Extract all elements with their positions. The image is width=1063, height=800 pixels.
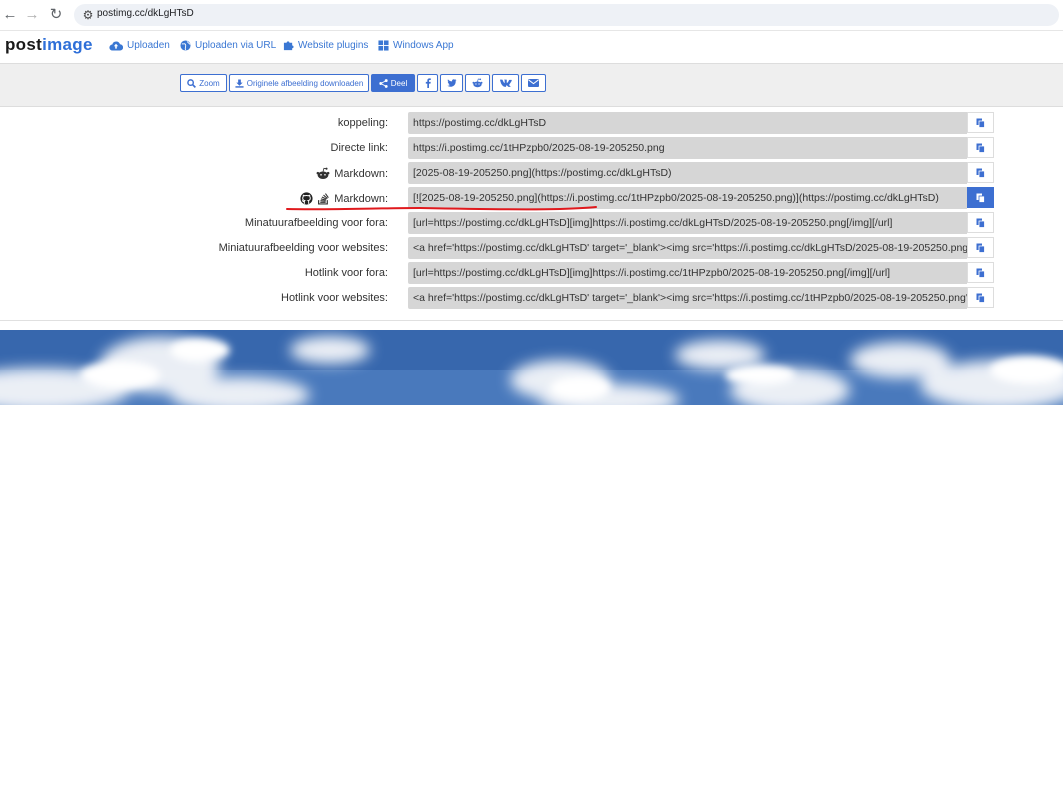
clouds-illustration: [0, 330, 1063, 405]
section-divider: [0, 320, 1063, 321]
sky-clouds-image: [0, 330, 1063, 405]
red-annotation-underline: [286, 206, 597, 211]
